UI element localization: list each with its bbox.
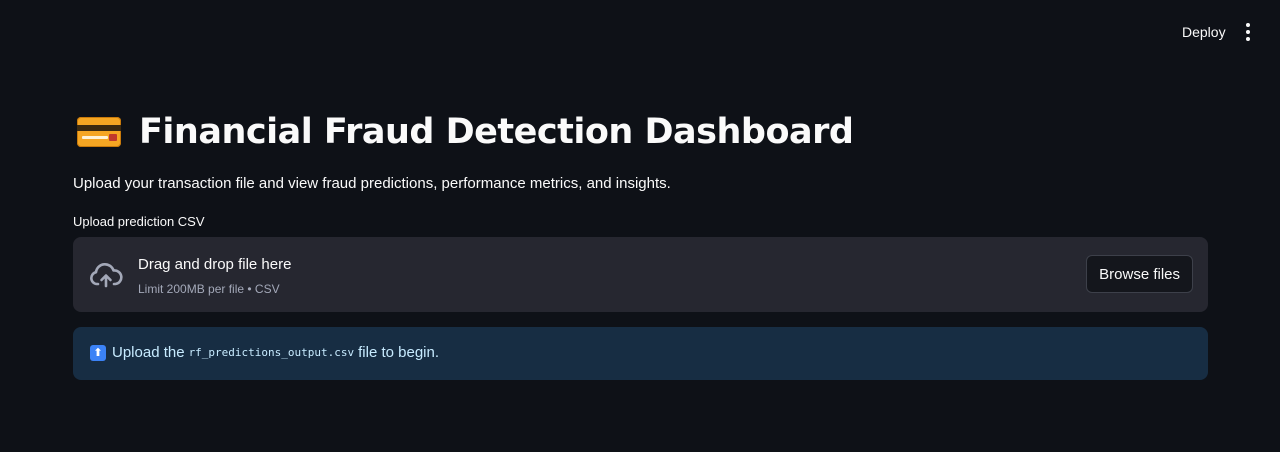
uploader-label: Upload prediction CSV — [73, 214, 205, 229]
info-filename: rf_predictions_output.csv — [188, 346, 355, 359]
file-dropzone[interactable]: Drag and drop file here Limit 200MB per … — [73, 237, 1208, 312]
page-subtitle: Upload your transaction file and view fr… — [73, 175, 671, 192]
info-alert: ⬆ Upload the rf_predictions_output.csv f… — [73, 327, 1208, 380]
cloud-upload-icon — [90, 263, 123, 288]
more-vertical-icon[interactable] — [1236, 20, 1260, 44]
info-text-after: file to begin. — [358, 344, 440, 361]
dropzone-title: Drag and drop file here — [138, 256, 292, 273]
dropzone-limit-text: Limit 200MB per file • CSV — [138, 282, 280, 296]
deploy-button[interactable]: Deploy — [1172, 20, 1236, 44]
info-text-before: Upload the — [112, 344, 185, 361]
credit-card-icon — [77, 117, 121, 147]
up-arrow-icon: ⬆ — [90, 344, 106, 361]
page-header: Financial Fraud Detection Dashboard — [77, 108, 854, 156]
page-title: Financial Fraud Detection Dashboard — [139, 112, 854, 152]
info-message: ⬆ Upload the rf_predictions_output.csv f… — [90, 344, 439, 361]
browse-files-button[interactable]: Browse files — [1086, 255, 1193, 293]
top-toolbar: Deploy — [0, 0, 1280, 62]
